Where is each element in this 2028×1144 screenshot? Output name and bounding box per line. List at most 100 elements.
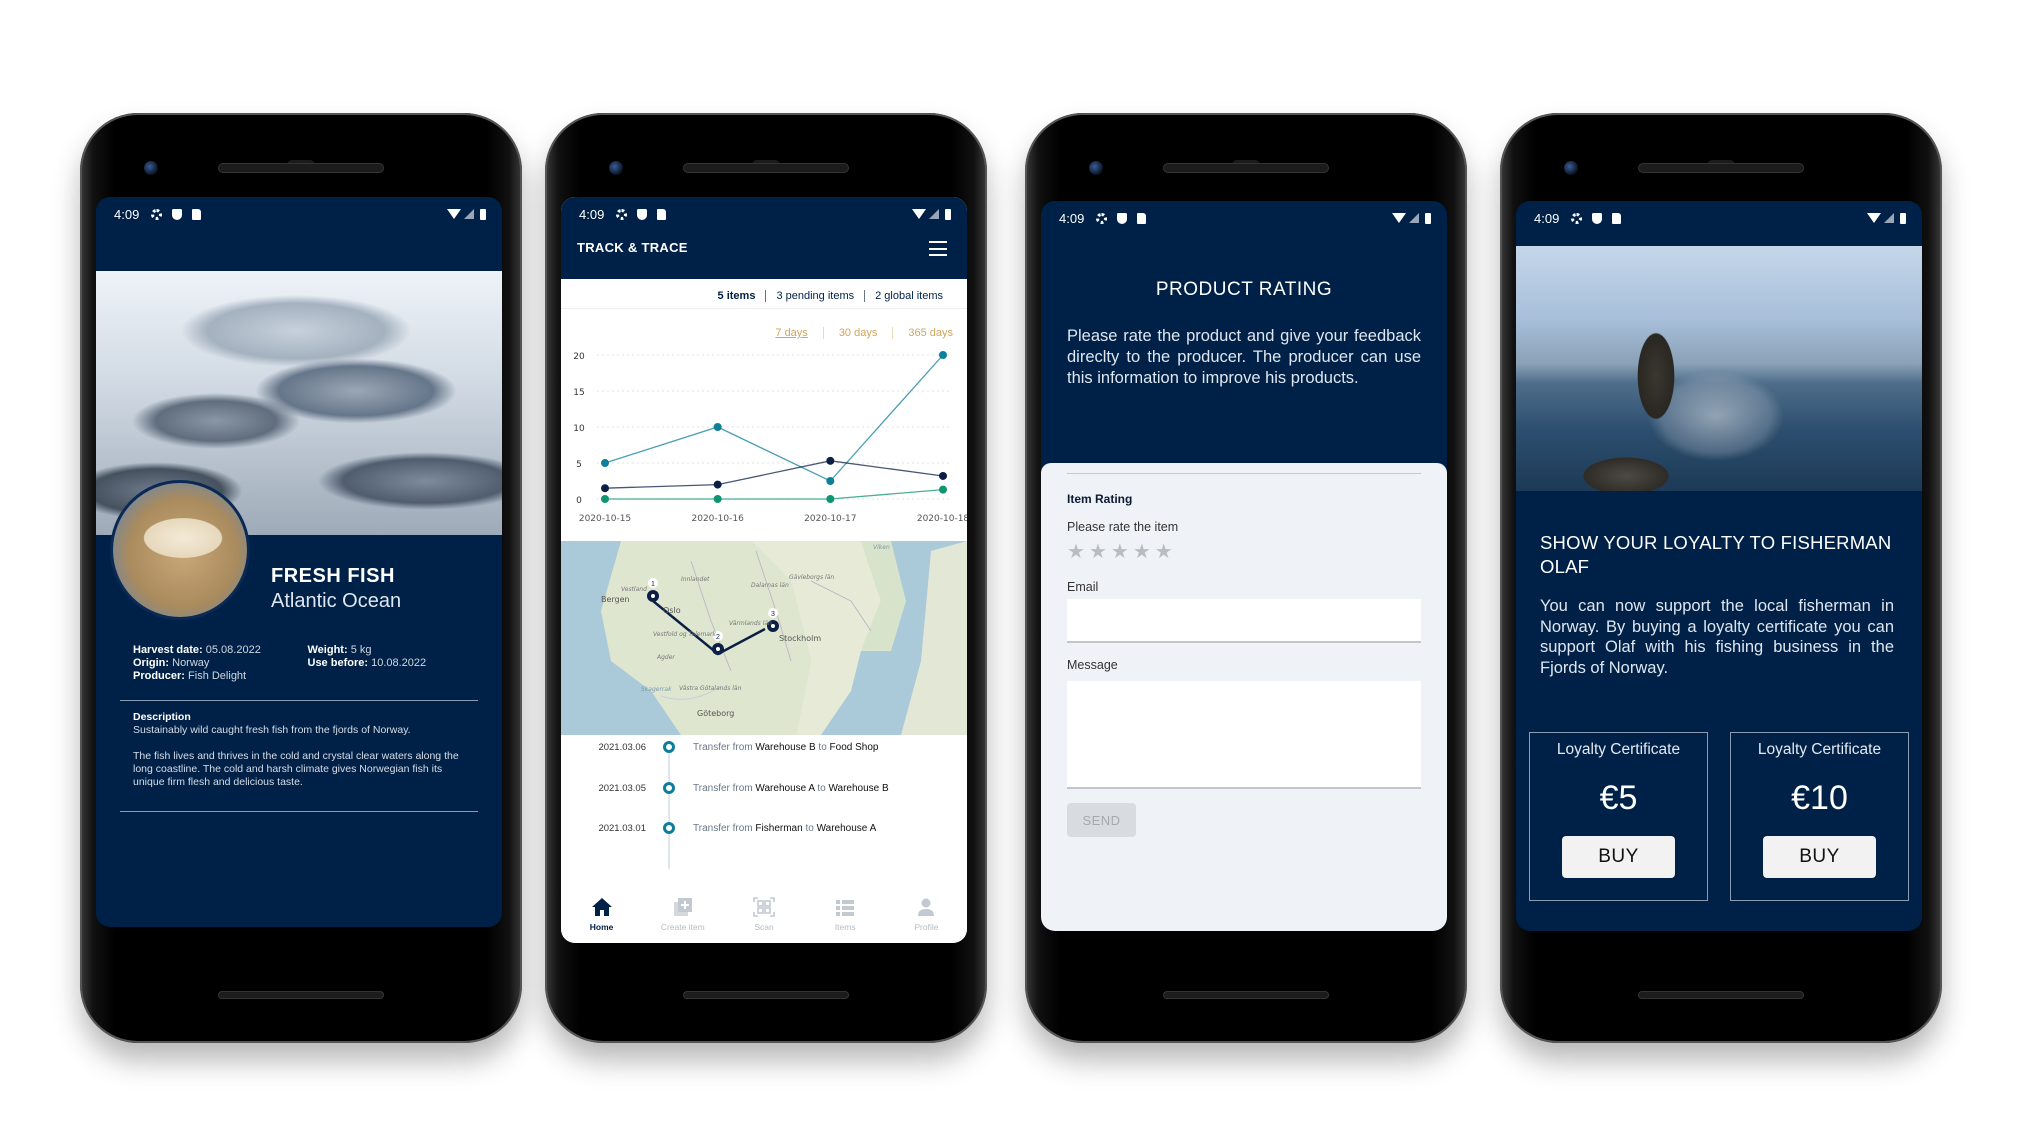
person-icon [918,898,935,916]
items-line-chart: 0 5 10 15 20 2020-10-15 2020-10-16 2020-10-17 20… [573,351,967,524]
text-prefix: Transfer from [693,822,753,834]
pin-label: 1 [651,581,655,588]
loyalty-paragraph: You can now support the local fisherman … [1540,597,1894,677]
divider [561,308,967,309]
timeline-item[interactable]: 2021.03.01 Transfer from Fisherman to Wa… [561,822,967,834]
timeline-item[interactable]: 2021.03.06 Transfer from Warehouse B to … [561,741,967,753]
loyalty-heading: SHOW YOUR LOYALTY TO FISHERMAN OLAF [1540,532,1892,577]
send-button[interactable]: SEND [1067,803,1136,837]
data-point [939,485,947,494]
x-tick-label: 2020-10-18 [917,514,967,524]
text-from: Fisherman [755,822,803,834]
map-label-bergen: Bergen [601,595,630,604]
meta-producer: Producer: Fish Delight [133,670,308,683]
data-point [713,423,722,431]
home-icon [591,897,612,916]
y-tick-label: 10 [573,424,585,434]
nav-items[interactable]: Items [805,885,886,943]
front-camera [1564,161,1578,175]
star-icon[interactable]: ★ [1067,539,1085,564]
meta-right: Weight: 5 kg Use before: 10.08.2022 [308,644,483,683]
star-icon[interactable]: ★ [1089,539,1107,564]
nav-scan[interactable]: Scan [723,885,804,943]
hamburger-menu-icon[interactable] [929,241,947,256]
range-7-days[interactable]: 7 days [760,327,822,339]
time-range-tabs: 7 days 30 days 365 days [760,327,953,339]
buy-button[interactable]: BUY [1562,836,1675,878]
map-label-vastra: Västra Götalands län [679,685,742,692]
data-point [939,351,947,359]
timeline-item[interactable]: 2021.03.05 Transfer from Warehouse A to … [561,782,967,794]
map-label-goteborg: Göteborg [697,709,734,718]
data-point [939,471,947,480]
signal-icon [1884,213,1894,223]
phone-bottom-speaker [1163,991,1329,999]
tab-items[interactable]: 5 items [708,290,766,302]
phone-earpiece [1163,163,1329,173]
add-box-icon [673,897,692,916]
divider [120,811,478,812]
shield-icon [637,208,648,220]
email-label: Email [1067,580,1099,594]
map-label-innlandet: Innlandet [681,576,710,583]
meta-value: Norway [172,657,210,669]
nav-home[interactable]: Home [561,885,642,943]
rating-heading: PRODUCT RATING [1155,279,1333,300]
range-365-days[interactable]: 365 days [892,327,953,339]
certificate-title: Loyalty Certificate [1556,741,1681,758]
tab-pending-items[interactable]: 3 pending items [765,290,864,302]
settings-icon [1571,212,1583,224]
x-tick-label: 2020-10-16 [692,514,745,524]
phone-product-rating: 4:09 PRODUCT RATING Please rate the prod… [1025,113,1467,1043]
product-description: Description Sustainably wild caught fres… [133,711,472,789]
star-rating[interactable]: ★ ★ ★ ★ ★ [1067,539,1173,564]
y-tick-label: 5 [576,460,582,470]
star-icon[interactable]: ★ [1155,539,1173,564]
nav-create-item[interactable]: Create item [642,885,723,943]
message-field[interactable] [1067,681,1421,789]
status-time: 4:09 [114,206,140,222]
phone-track-trace: 4:09 TRACK & TRACE 5 items 3 pending ite… [545,113,987,1043]
tab-global-items[interactable]: 2 global items [864,290,953,302]
settings-icon [151,208,163,220]
product-title: FRESH FISH [271,565,395,587]
battery-icon [1425,212,1431,224]
timeline-date: 2021.03.01 [598,822,646,834]
screen: 4:09 PRODUCT RATING Please rate the prod… [1041,201,1447,931]
timeline-date: 2021.03.06 [598,741,646,753]
timeline-dot-icon [663,782,675,794]
route-map[interactable]: 1 2 3 Bergen Oslo Stockholm Göteborg Inn… [561,541,967,735]
timeline-text: Transfer from Warehouse B to Food Shop [693,742,878,753]
meta-value: 05.08.2022 [205,644,261,656]
map-label-varmlands: Värmlands län [729,620,772,627]
mockup-stage: 4:09 FRESH FISH Atlantic Ocean Harvest d… [0,0,2028,1144]
email-field[interactable] [1067,599,1421,643]
front-camera [144,161,158,175]
text-prefix: Transfer from [693,782,753,794]
star-icon[interactable]: ★ [1133,539,1151,564]
fisherman-photo [1516,246,1922,491]
product-origin: Atlantic Ocean [271,590,402,612]
buy-button[interactable]: BUY [1763,836,1876,878]
x-tick-label: 2020-10-15 [579,514,631,524]
divider [120,700,478,701]
star-icon[interactable]: ★ [1111,539,1129,564]
sd-card-icon [192,208,202,220]
status-bar: 4:09 [561,197,967,231]
meta-harvest-date: Harvest date: 05.08.2022 [133,644,308,657]
range-30-days[interactable]: 30 days [822,327,893,339]
wifi-icon [1392,213,1406,223]
text-mid: to [817,782,826,794]
map-label-dalarnas: Dalarnas län [751,582,789,589]
sd-card-icon [1137,212,1147,224]
nav-label: Profile [914,921,939,932]
status-bar: 4:09 [1041,201,1447,235]
sd-card-icon [657,208,667,220]
rating-intro: Please rate the product and give your fe… [1067,327,1421,387]
nav-profile[interactable]: Profile [886,885,967,943]
pin-label: 3 [771,611,775,618]
phone-bottom-speaker [218,991,384,999]
product-meta: Harvest date: 05.08.2022 Origin: Norway … [133,644,482,683]
text-mid: to [818,741,827,753]
meta-label: Origin: [133,657,170,669]
